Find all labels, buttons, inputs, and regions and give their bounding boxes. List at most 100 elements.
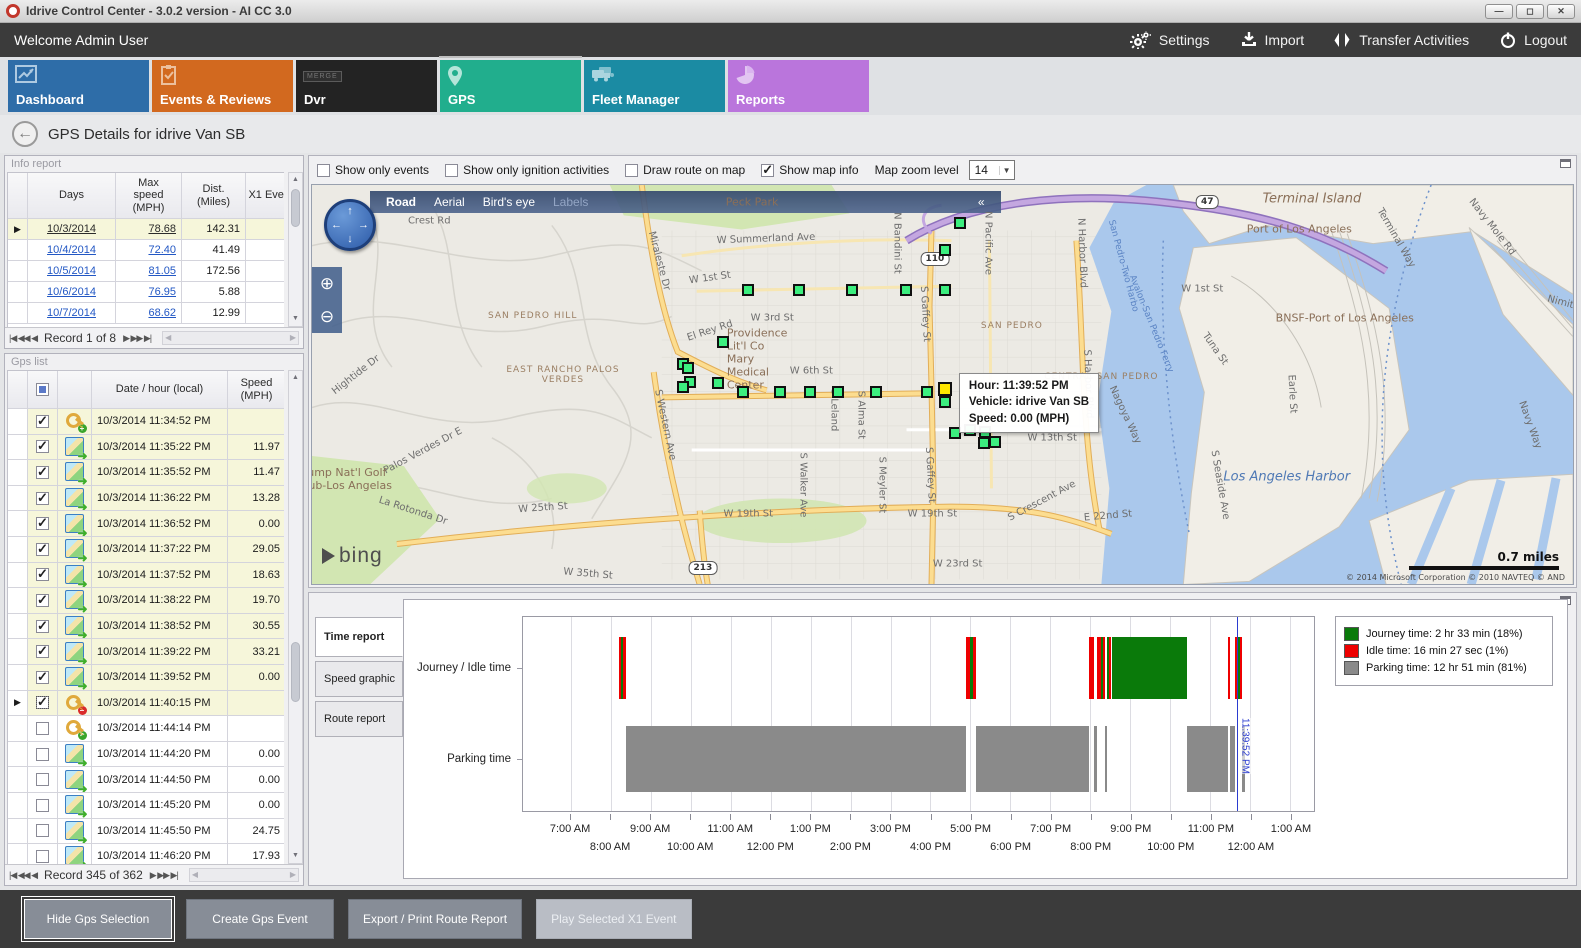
gps-list-scrollbar[interactable]: ▲ ▼ [288,370,303,864]
create-gps-event-button[interactable]: Create Gps Event [186,899,334,939]
gps-row[interactable]: ➤10/3/2014 11:44:14 PM [8,716,284,742]
menu-item-logout[interactable]: Logout [1499,31,1567,49]
maximize-panel-icon[interactable] [1560,159,1571,168]
table-row[interactable]: 10/4/201472.4041.491 [8,240,284,261]
gps-row[interactable]: 10/3/2014 11:38:52 PM30.55 [8,614,284,640]
gps-marker[interactable] [921,386,933,398]
value-link[interactable]: 78.68 [148,223,176,235]
row-checkbox[interactable] [36,773,49,786]
gps-marker[interactable] [774,386,786,398]
row-checkbox[interactable] [36,748,49,761]
export-print-route-report-button[interactable]: Export / Print Route Report [348,899,522,939]
last-page-icon[interactable]: ▶ ▶▶ ▶| [123,333,151,344]
journey-idle-band-segment[interactable] [973,637,976,699]
gps-row[interactable]: 10/3/2014 11:44:50 PM0.00 [8,767,284,793]
map-option-show-only-ignition-activities[interactable]: Show only ignition activities [445,163,609,177]
row-checkbox[interactable] [36,440,49,453]
maximize-button[interactable]: ◻ [1516,4,1544,19]
map-style-road[interactable]: Road [386,195,416,209]
tab-dvr[interactable]: MERGEDvr [296,60,437,112]
select-all-checkbox[interactable] [36,383,49,396]
row-checkbox[interactable] [36,799,49,812]
journey-idle-band-segment[interactable] [1240,637,1242,699]
gps-marker[interactable] [870,386,882,398]
parking-band-segment[interactable] [976,726,1088,792]
option-checkbox[interactable] [625,164,638,177]
zoom-in-icon[interactable]: ⊕ [320,275,334,292]
option-checkbox[interactable] [761,164,774,177]
gps-marker[interactable] [939,284,951,296]
row-checkbox[interactable] [36,492,49,505]
tab-events-reviews[interactable]: Events & Reviews [152,60,293,112]
gps-marker[interactable] [939,396,951,408]
column-header[interactable]: Days [28,173,116,219]
tab-time-report[interactable]: Time report [315,617,403,657]
tab-speed-graphic[interactable]: Speed graphic [315,661,403,697]
option-checkbox[interactable] [445,164,458,177]
back-button[interactable]: ← [12,121,38,147]
gps-marker[interactable] [954,217,966,229]
gps-marker[interactable] [677,381,689,393]
gps-marker[interactable] [978,437,990,449]
gps-row[interactable]: 10/3/2014 11:35:52 PM11.47 [8,460,284,486]
value-link[interactable]: 10/7/2014 [47,307,96,319]
gps-row[interactable]: +10/3/2014 11:34:52 PM [8,409,284,435]
gps-row[interactable]: 10/3/2014 11:45:50 PM24.75 [8,819,284,845]
journey-idle-band-segment[interactable] [1089,637,1095,699]
table-row[interactable]: 10/6/201476.955.880 [8,282,284,303]
row-checkbox[interactable] [36,466,49,479]
option-checkbox[interactable] [317,164,330,177]
map-option-show-map-info[interactable]: Show map info [761,163,858,177]
row-checkbox[interactable] [36,722,49,735]
date-column-header[interactable]: Date / hour (local) [92,371,228,409]
tab-route-report[interactable]: Route report [315,701,403,737]
info-report-hscroll[interactable]: ◀▶ [162,331,299,345]
row-checkbox[interactable] [36,543,49,556]
row-checkbox[interactable] [36,696,49,709]
gps-marker[interactable] [737,386,749,398]
row-checkbox[interactable] [36,671,49,684]
first-page-icon[interactable]: |◀ ◀◀ ◀ [9,333,37,344]
selected-gps-marker[interactable] [938,382,952,396]
collapse-toolbar-icon[interactable]: « [978,195,985,209]
gps-marker[interactable] [846,284,858,296]
gps-row[interactable]: ▶–10/3/2014 11:40:15 PM [8,691,284,717]
gps-list-hscroll[interactable]: ◀▶ [189,868,299,882]
column-header[interactable]: Dist. (Miles) [182,173,246,219]
gps-marker[interactable] [717,336,729,348]
gps-marker[interactable] [742,284,754,296]
info-report-scrollbar[interactable]: ▲ ▼ [288,172,303,327]
gps-row[interactable]: 10/3/2014 11:44:20 PM0.00 [8,742,284,768]
gps-row[interactable]: 10/3/2014 11:37:52 PM18.63 [8,563,284,589]
close-button[interactable]: ✕ [1547,4,1575,19]
gps-row[interactable]: 10/3/2014 11:38:22 PM19.70 [8,588,284,614]
gps-row[interactable]: 10/3/2014 11:37:22 PM29.05 [8,537,284,563]
tab-gps[interactable]: GPS [440,60,581,112]
table-row[interactable]: ▶10/3/201478.68142.310 [8,219,284,240]
journey-idle-band-segment[interactable] [1109,637,1111,699]
row-checkbox[interactable] [36,517,49,530]
value-link[interactable]: 10/3/2014 [47,223,96,235]
journey-idle-band-segment[interactable] [1103,637,1106,699]
minimize-button[interactable]: — [1485,4,1513,19]
map-style-labels[interactable]: Labels [553,195,588,209]
table-row[interactable]: 10/7/201468.6212.990 [8,303,284,324]
parking-band-segment[interactable] [1105,726,1107,792]
last-page-icon[interactable]: ▶ ▶▶ ▶| [150,870,178,881]
parking-band-segment[interactable] [1187,726,1228,792]
gps-row[interactable]: 10/3/2014 11:39:22 PM33.21 [8,639,284,665]
parking-band-segment[interactable] [626,726,967,792]
row-checkbox[interactable] [36,415,49,428]
journey-idle-band-segment[interactable] [623,637,625,699]
gps-marker[interactable] [939,244,951,256]
gps-row[interactable]: 10/3/2014 11:35:22 PM11.97 [8,435,284,461]
value-link[interactable]: 68.62 [148,307,176,319]
map-zoom-select[interactable]: 14▼ [969,160,1015,180]
map-view[interactable]: RoadAerialBird's eyeLabels«↑↓←→⊕⊖Crest R… [311,184,1574,585]
zoom-out-icon[interactable]: ⊖ [320,308,334,325]
map-style-bird-s-eye[interactable]: Bird's eye [483,195,535,209]
tab-dashboard[interactable]: Dashboard [8,60,149,112]
gps-marker[interactable] [793,284,805,296]
value-link[interactable]: 10/6/2014 [47,286,96,298]
journey-idle-band-segment[interactable] [1112,637,1187,699]
